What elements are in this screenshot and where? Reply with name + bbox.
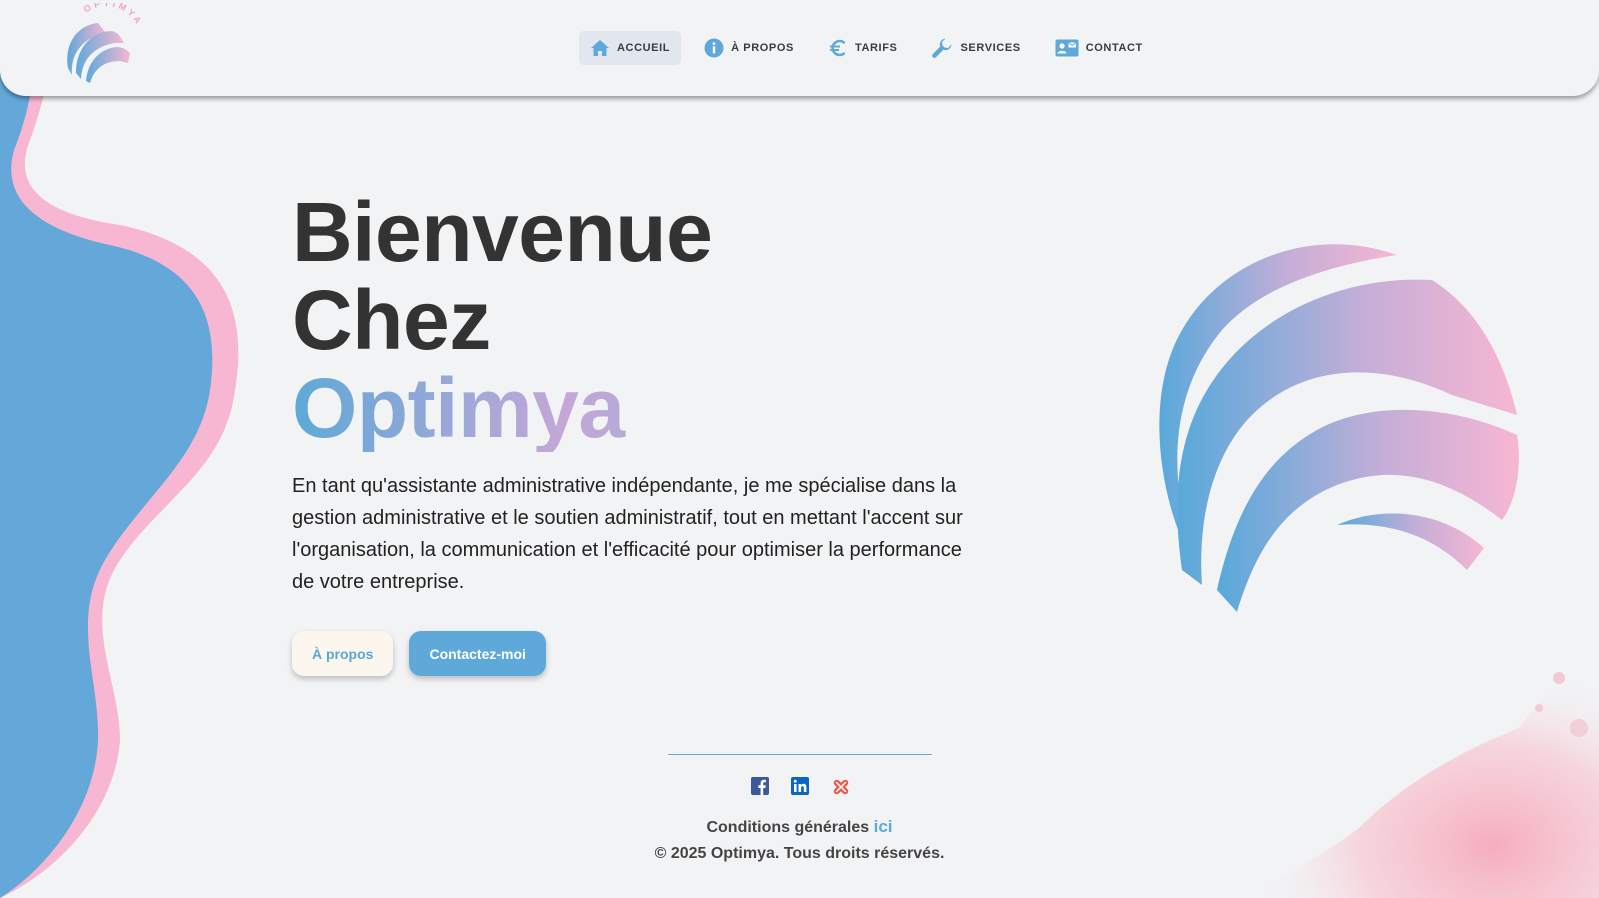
conditions-link[interactable]: ici [874,817,893,836]
hero-title-brand: Optimya [292,364,972,452]
svg-text:OPTIMYA: OPTIMYA [82,3,145,28]
top-navbar: OPTIMYA ACCUEIL À PROPOS TARIFS SERVICES… [0,0,1599,96]
nav-item-contact[interactable]: CONTACT [1044,31,1154,65]
hero-buttons: À propos Contactez-moi [292,631,972,676]
facebook-icon[interactable] [750,777,769,795]
hero-section: Bienvenue Chez Optimya En tant qu'assist… [292,188,972,676]
wrench-icon [932,38,952,58]
conditions-line: Conditions générales ici [0,817,1599,837]
nav-label-contact: CONTACT [1085,42,1143,54]
about-button[interactable]: À propos [292,631,394,676]
optimya-logo[interactable]: OPTIMYA [58,3,148,85]
home-icon [591,40,609,56]
footer-divider [667,754,932,755]
info-icon [704,38,724,58]
nav-item-accueil[interactable]: ACCUEIL [579,31,682,65]
main-nav: ACCUEIL À PROPOS TARIFS SERVICES CONTACT [579,31,1154,65]
nav-label-services: SERVICES [960,42,1021,54]
conditions-text: Conditions générales [706,819,870,836]
nav-label-a-propos: À PROPOS [731,42,794,54]
hero-title-line2: Chez [292,273,491,367]
nav-label-tarifs: TARIFS [854,42,898,54]
hero-title: Bienvenue Chez Optimya [292,188,972,452]
nav-item-a-propos[interactable]: À PROPOS [693,31,805,65]
social-links [0,777,1599,795]
contact-card-icon [1055,39,1079,57]
malt-icon[interactable] [831,777,849,795]
euro-icon [829,39,846,57]
nav-label-accueil: ACCUEIL [617,42,671,54]
hero-logo-graphic [1159,244,1519,612]
copyright-text: © 2025 Optimya. Tous droits réservés. [654,845,945,862]
hero-title-line1: Bienvenue [292,185,713,279]
nav-item-services[interactable]: SERVICES [920,31,1031,65]
nav-item-tarifs[interactable]: TARIFS [817,31,909,65]
hero-description: En tant qu'assistante administrative ind… [292,475,963,593]
linkedin-icon[interactable] [790,777,809,795]
page-footer: Conditions générales ici © 2025 Optimya.… [0,754,1599,863]
contact-button[interactable]: Contactez-moi [409,631,546,676]
